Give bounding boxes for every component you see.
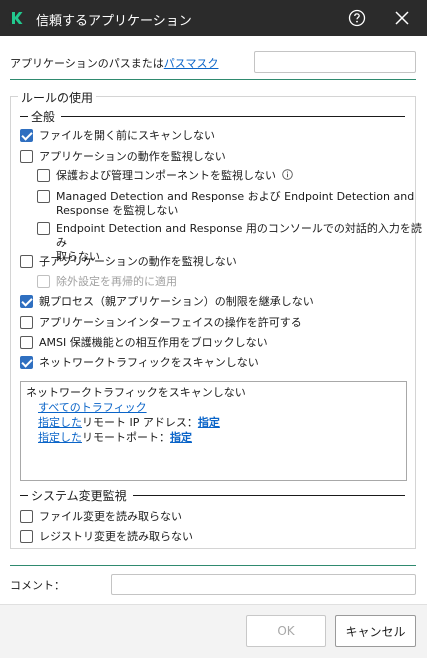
rule-amsi[interactable]: AMSI 保護機能との相互作用をブロックしない [20,336,268,350]
separator [10,565,416,566]
comment-label: コメント： [10,579,65,592]
info-icon[interactable] [282,169,293,180]
general-section-header: 全般 [20,108,405,124]
rule-registry-changes[interactable]: レジストリ変更を読み取らない [20,530,193,544]
rule-allow-app-interface[interactable]: アプリケーションインターフェイスの操作を許可する [20,316,302,330]
ok-button[interactable]: OK [246,615,326,647]
system-section-title: システム変更監視 [31,488,127,503]
rule-label: レジストリ変更を読み取らない [39,530,193,543]
ip-specify-link[interactable]: 指定 [198,416,220,429]
rule-label: 保護および管理コンポーネントを監視しない [56,169,276,182]
rule-label: ファイル変更を読み取らない [39,510,182,523]
rule-label: アプリケーションインターフェイスの操作を許可する [39,316,302,329]
checkbox[interactable] [20,336,33,349]
rule-monitor-mdr-edr[interactable]: Managed Detection and Response および Endpo… [37,190,414,218]
rule-label: 子アプリケーションの動作を監視しない [39,255,237,268]
rule-monitor-child-apps[interactable]: 子アプリケーションの動作を監視しない [20,255,237,269]
port-specify-link[interactable]: 指定 [170,431,192,444]
system-section-header: システム変更監視 [20,487,405,503]
rules-legend: ルールの使用 [18,89,97,106]
remote-port-row: 指定したリモートポート：指定 [38,429,192,445]
app-path-label-text: アプリケーションのパスまたは [10,57,164,70]
comment-input[interactable] [111,574,416,595]
specified-port-link[interactable]: 指定した [38,431,82,444]
rule-monitor-app-activity[interactable]: アプリケーションの動作を監視しない [20,150,226,164]
kaspersky-logo-icon [9,10,25,26]
close-icon[interactable] [394,10,410,26]
path-mask-link[interactable]: パスマスク [164,57,219,70]
rule-label: ファイルを開く前にスキャンしない [39,129,215,142]
rule-label: アプリケーションの動作を監視しない [39,150,226,163]
rule-label: AMSI 保護機能との相互作用をブロックしない [39,336,268,349]
checkbox [37,275,50,288]
specified-ip-link[interactable]: 指定した [38,416,82,429]
all-traffic-link[interactable]: すべてのトラフィック [38,399,147,415]
remote-ip-text: リモート IP アドレス： [82,416,198,429]
checkbox[interactable] [20,356,33,369]
rule-label-line1: Managed Detection and Response および Endpo… [56,190,415,203]
rule-label: 除外設定を再帰的に適用 [56,275,177,288]
network-traffic-box: ネットワークトラフィックをスキャンしない すべてのトラフィック 指定したリモート… [20,381,407,481]
rule-file-changes[interactable]: ファイル変更を読み取らない [20,510,182,524]
rule-label: ネットワークトラフィックをスキャンしない [39,356,259,369]
checkbox[interactable] [20,530,33,543]
checkbox[interactable] [20,510,33,523]
help-icon[interactable] [348,9,366,27]
rule-label: 親プロセス（親アプリケーション）の制限を継承しない [39,295,314,308]
remote-ip-row: 指定したリモート IP アドレス：指定 [38,414,220,430]
checkbox[interactable] [37,222,50,235]
rule-label-line2: Response を監視しない [56,204,179,217]
rule-label-line1: Endpoint Detection and Response 用のコンソールで… [56,222,422,249]
title-bar: 信頼するアプリケーション [0,0,427,36]
rule-apply-recursively: 除外設定を再帰的に適用 [37,275,177,289]
general-section-title: 全般 [31,109,56,124]
checkbox[interactable] [20,255,33,268]
rule-scan-before-open[interactable]: ファイルを開く前にスキャンしない [20,129,215,143]
separator [10,79,416,80]
rule-scan-network-traffic[interactable]: ネットワークトラフィックをスキャンしない [20,356,259,370]
remote-port-text: リモートポート： [82,431,170,444]
app-path-label: アプリケーションのパスまたはパスマスク [10,55,218,71]
checkbox[interactable] [37,190,50,203]
checkbox[interactable] [37,169,50,182]
rule-label: Managed Detection and Response および Endpo… [56,190,414,218]
checkbox[interactable] [20,295,33,308]
cancel-button[interactable]: キャンセル [335,615,416,647]
checkbox[interactable] [20,150,33,163]
traffic-heading: ネットワークトラフィックをスキャンしない [26,386,246,399]
rule-monitor-protection-components[interactable]: 保護および管理コンポーネントを監視しない [37,169,293,183]
app-path-input[interactable] [254,51,416,73]
checkbox[interactable] [20,129,33,142]
window-title: 信頼するアプリケーション [36,14,192,29]
checkbox[interactable] [20,316,33,329]
rule-inherit-parent[interactable]: 親プロセス（親アプリケーション）の制限を継承しない [20,295,314,309]
